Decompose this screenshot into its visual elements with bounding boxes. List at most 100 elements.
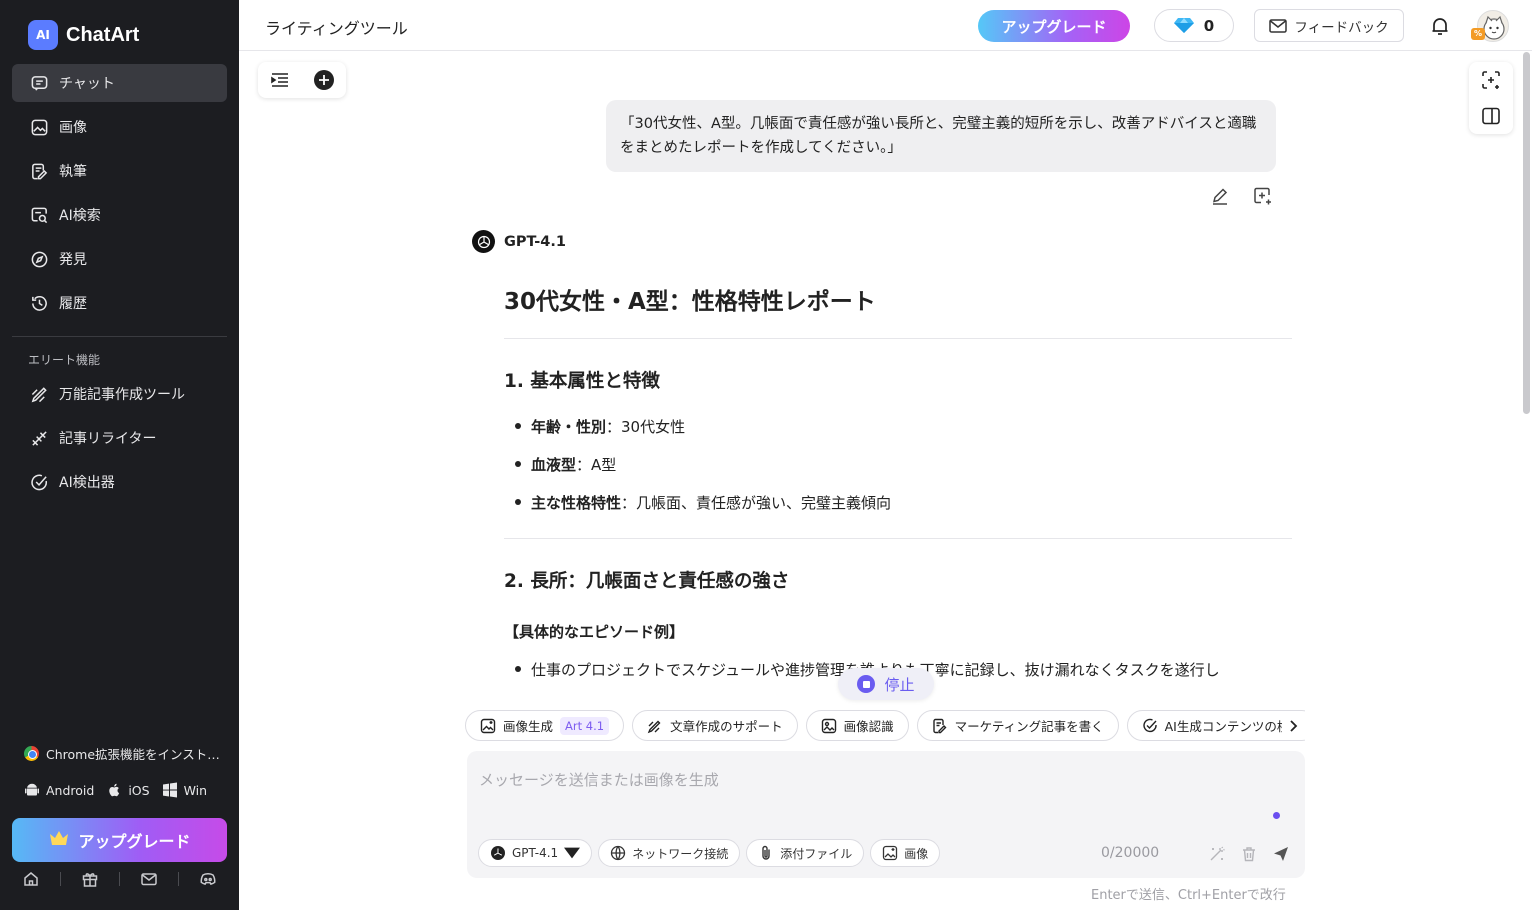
sidebar-item-article-tool[interactable]: 万能記事作成ツール bbox=[12, 375, 227, 413]
right-toolbar bbox=[1469, 62, 1513, 134]
footer-divider bbox=[60, 872, 61, 886]
windows-link[interactable]: Win bbox=[184, 783, 207, 798]
list-item: 血液型 ：A型 bbox=[504, 445, 1292, 483]
gem-balance-button[interactable]: 0 bbox=[1154, 9, 1234, 42]
stop-generation-button[interactable]: 停止 bbox=[838, 668, 934, 700]
crown-icon bbox=[48, 829, 70, 851]
home-icon[interactable] bbox=[22, 870, 40, 888]
message-input[interactable]: メッセージを送信または画像を生成 bbox=[479, 769, 719, 790]
image-upload-button[interactable]: 画像 bbox=[870, 839, 941, 867]
item-value: ：几帳面、責任感が強い、完璧主義傾向 bbox=[621, 493, 892, 512]
composer-tools: GPT-4.1 ネットワーク接続 添付ファイル 画像 bbox=[478, 839, 941, 867]
discount-badge: % bbox=[1471, 28, 1485, 40]
feedback-button[interactable]: フィードバック bbox=[1254, 9, 1404, 42]
sidebar-item-label: 執筆 bbox=[59, 164, 87, 180]
main-nav: チャット 画像 執筆 AI検索 発見 履歴 bbox=[12, 64, 227, 328]
chip-writing-support[interactable]: 文章作成のサポート bbox=[632, 710, 798, 741]
sidebar-item-label: 画像 bbox=[59, 120, 87, 136]
sidebar-item-label: AI検索 bbox=[59, 208, 101, 224]
new-chat-icon[interactable] bbox=[313, 69, 335, 91]
chip-image-gen[interactable]: 画像生成 Art 4.1 bbox=[465, 710, 625, 741]
screenshot-add-icon[interactable] bbox=[1481, 70, 1501, 90]
edit-icon[interactable] bbox=[1210, 186, 1230, 206]
report-title: 30代女性・A型：性格特性レポート bbox=[504, 289, 876, 315]
top-header: ライティングツール アップグレード 0 フィードバック % bbox=[239, 0, 1532, 51]
message-composer: メッセージを送信または画像を生成 GPT-4.1 ネットワーク接続 添付ファイル… bbox=[467, 751, 1305, 878]
character-counter: 0/20000 bbox=[1101, 845, 1160, 861]
composer-actions bbox=[1208, 845, 1290, 863]
sidebar-item-rewriter[interactable]: 記事リライター bbox=[12, 419, 227, 457]
stop-label: 停止 bbox=[884, 675, 915, 694]
outline-menu-icon[interactable] bbox=[269, 69, 291, 91]
chip-label: 画像生成 bbox=[503, 719, 554, 734]
elite-nav: 万能記事作成ツール 記事リライター AI検出器 bbox=[12, 375, 227, 507]
openai-icon bbox=[491, 846, 505, 860]
brand-name: ChatArt bbox=[66, 23, 140, 46]
history-icon bbox=[29, 293, 49, 313]
send-icon[interactable] bbox=[1272, 845, 1290, 863]
bell-icon[interactable] bbox=[1429, 15, 1451, 37]
ai-search-icon bbox=[29, 205, 49, 225]
gift-icon[interactable] bbox=[81, 870, 99, 888]
sidebar-item-writing[interactable]: 執筆 bbox=[12, 152, 227, 190]
sidebar-item-label: 発見 bbox=[59, 252, 87, 268]
split-view-icon[interactable] bbox=[1481, 106, 1501, 126]
magic-wand-icon[interactable] bbox=[1208, 845, 1226, 863]
item-value: ：30代女性 bbox=[606, 417, 686, 436]
add-screenshot-icon[interactable] bbox=[1252, 186, 1272, 206]
sidebar-upgrade-button[interactable]: アップグレード bbox=[12, 818, 227, 862]
user-message: 「30代女性、A型。几帳面で責任感が強い長所と、完璧主義的短所を示し、改善アドバ… bbox=[606, 100, 1276, 172]
sidebar-item-chat[interactable]: チャット bbox=[12, 64, 227, 102]
sidebar-footer bbox=[12, 870, 227, 888]
network-toggle[interactable]: ネットワーク接続 bbox=[598, 839, 741, 867]
discord-icon[interactable] bbox=[199, 870, 217, 888]
chips-next-button[interactable] bbox=[1282, 714, 1304, 738]
item-key: 血液型 bbox=[531, 455, 577, 474]
sidebar-item-history[interactable]: 履歴 bbox=[12, 284, 227, 322]
sidebar-item-label: 万能記事作成ツール bbox=[59, 387, 185, 403]
keyboard-hint: Enterで送信、Ctrl+Enterで改行 bbox=[1091, 888, 1286, 903]
attach-file-button[interactable]: 添付ファイル bbox=[746, 839, 865, 867]
elite-section-label: エリート機能 bbox=[28, 353, 101, 367]
windows-icon[interactable] bbox=[162, 782, 178, 798]
mail-icon[interactable] bbox=[140, 870, 158, 888]
item-key: 主な性格特性 bbox=[531, 493, 622, 512]
chat-scrollbar[interactable] bbox=[1523, 52, 1530, 414]
list-item: 年齢・性別 ：30代女性 bbox=[504, 407, 1292, 445]
os-download-links: Android iOS Win bbox=[24, 782, 207, 798]
article-tool-icon bbox=[29, 384, 49, 404]
section-heading: 2. 長所：几帳面さと責任感の強さ bbox=[504, 571, 790, 592]
chat-icon bbox=[29, 73, 49, 93]
ios-link[interactable]: iOS bbox=[128, 783, 149, 798]
check-circle-icon bbox=[1142, 718, 1157, 732]
brand-logo[interactable]: AI ChatArt bbox=[28, 20, 139, 50]
chrome-icon bbox=[24, 746, 39, 761]
chip-ai-detection[interactable]: AI生成コンテンツの検出 bbox=[1126, 710, 1305, 741]
chip-label: マーケティング記事を書く bbox=[954, 719, 1104, 734]
android-icon[interactable] bbox=[24, 782, 40, 798]
diamond-icon bbox=[1173, 18, 1194, 33]
compass-icon bbox=[29, 249, 49, 269]
trash-icon[interactable] bbox=[1240, 845, 1258, 863]
globe-icon bbox=[611, 845, 626, 861]
chrome-extension-link[interactable]: Chrome拡張機能をインスト… bbox=[24, 744, 220, 763]
header-upgrade-button[interactable]: アップグレード bbox=[978, 10, 1130, 42]
chip-marketing-article[interactable]: マーケティング記事を書く bbox=[916, 710, 1119, 741]
sidebar-item-ai-search[interactable]: AI検索 bbox=[12, 196, 227, 234]
android-link[interactable]: Android bbox=[46, 783, 94, 798]
image-recog-icon bbox=[821, 718, 836, 733]
sidebar-item-discover[interactable]: 発見 bbox=[12, 240, 227, 278]
logo-icon: AI bbox=[28, 20, 58, 50]
attach-label: 添付ファイル bbox=[780, 846, 853, 861]
chip-image-recognition[interactable]: 画像認識 bbox=[805, 710, 909, 741]
model-select[interactable]: GPT-4.1 bbox=[478, 839, 593, 867]
apple-icon[interactable] bbox=[106, 782, 122, 798]
divider bbox=[504, 338, 1292, 339]
sidebar-item-ai-detector[interactable]: AI検出器 bbox=[12, 463, 227, 501]
list-item: 主な性格特性 ：几帳面、責任感が強い、完璧主義傾向 bbox=[504, 483, 1292, 521]
rewriter-icon bbox=[29, 428, 49, 448]
gem-count: 0 bbox=[1203, 16, 1215, 35]
sidebar-item-image[interactable]: 画像 bbox=[12, 108, 227, 146]
image-gen-icon bbox=[480, 718, 496, 733]
mail-icon bbox=[1269, 18, 1288, 33]
